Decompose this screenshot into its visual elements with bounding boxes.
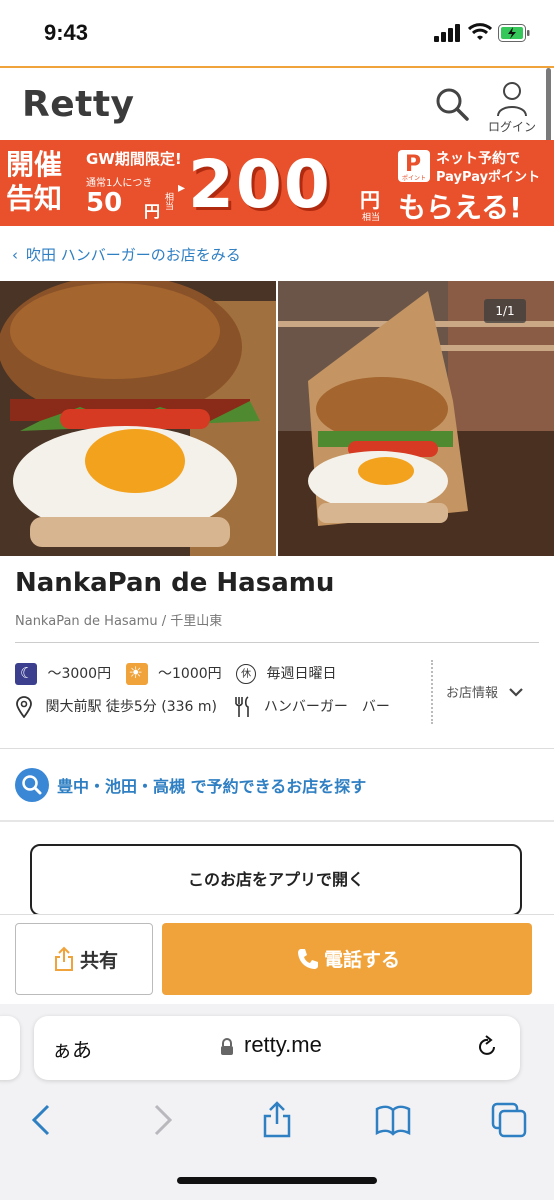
paypay-point-icon: P ポイント: [398, 150, 430, 182]
banner-announce: 開催 告知: [6, 148, 63, 215]
share-icon: [55, 946, 73, 971]
genre: ハンバーガー バー: [263, 699, 390, 715]
login-button[interactable]: ログイン: [484, 80, 540, 136]
banner-get: もらえる!: [398, 191, 522, 224]
back-icon[interactable]: [22, 1100, 62, 1140]
photo-carousel[interactable]: 1/1: [0, 281, 554, 556]
forward-icon[interactable]: [142, 1100, 182, 1140]
lunch-budget: ～1000円: [158, 666, 222, 682]
login-label: ログイン: [487, 120, 536, 134]
burger-photo-1[interactable]: [0, 281, 276, 556]
signal-icon: [434, 24, 462, 42]
call-button[interactable]: 電話する: [162, 923, 532, 995]
action-bar: 共有 電話する: [0, 914, 554, 1005]
closed-day: 毎週日曜日: [266, 666, 337, 682]
restaurant-name: NankaPan de Hasamu: [15, 568, 335, 598]
divider-dotted: [431, 660, 433, 724]
chevron-down-icon: [508, 686, 524, 701]
sun-icon: ☀: [125, 663, 148, 685]
share-label: 共有: [80, 950, 119, 972]
phone-icon: [298, 949, 318, 969]
access-row: 関大前駅 徒歩5分 (336 m) ハンバーガー バー: [15, 696, 390, 722]
home-indicator[interactable]: [177, 1177, 377, 1184]
banner-paypay-point: PayPayポイント: [436, 170, 541, 185]
reload-icon[interactable]: [474, 1034, 500, 1060]
banner-gw: GW期間限定!: [86, 150, 182, 168]
reader-options-button[interactable]: ぁあ: [52, 1034, 92, 1063]
cutlery-icon: [235, 696, 250, 717]
restaurant-subtitle: NankaPan de Hasamu / 千里山東: [15, 614, 223, 629]
search-circle-icon: [15, 768, 49, 802]
divider: [0, 820, 554, 822]
wifi-icon: [468, 23, 492, 40]
previous-tab-peek[interactable]: [0, 1016, 20, 1080]
lock-icon: [221, 1038, 233, 1055]
share-button[interactable]: 共有: [15, 923, 153, 995]
photo-counter: 1/1: [484, 299, 526, 323]
banner-yen2: 円: [360, 188, 380, 212]
tabs-icon[interactable]: [489, 1100, 529, 1140]
promo-banner[interactable]: 開催 告知 GW期間限定! 通常1人につき 50 円 相当 ▸ 200 円 相当…: [0, 140, 554, 226]
share-sheet-icon[interactable]: [257, 1100, 297, 1140]
battery-charging-icon: [498, 24, 530, 42]
user-icon: [497, 82, 527, 117]
search-icon[interactable]: [434, 86, 470, 122]
retty-logo[interactable]: Retty: [22, 84, 135, 125]
location-pin-icon: [16, 696, 32, 719]
banner-equiv: 相当: [163, 192, 173, 210]
breadcrumb-back-link[interactable]: ‹ 吹田 ハンバーガーのお店をみる: [12, 244, 241, 265]
access-info: 関大前駅 徒歩5分 (336 m): [45, 699, 217, 715]
status-bar: 9:43: [0, 0, 554, 66]
banner-yen: 円: [144, 202, 161, 221]
divider: [15, 642, 539, 643]
banner-equiv2: 相当: [362, 213, 381, 223]
browser-toolbar: ぁあ retty.me: [0, 1004, 554, 1200]
banner-arrow-icon: ▸: [178, 180, 186, 196]
chevron-left-icon: ‹: [12, 246, 18, 264]
site-header: Retty ログイン: [0, 66, 554, 142]
divider: [0, 748, 554, 749]
bookmarks-icon[interactable]: [373, 1100, 413, 1140]
moon-icon: ☾: [15, 663, 37, 685]
find-reservable-label: 豊中・池田・高槻 で予約できるお店を探す: [57, 777, 367, 796]
shop-info-toggle[interactable]: お店情報: [446, 682, 524, 701]
banner-per-person: 通常1人につき: [86, 178, 153, 189]
banner-base-points: 50: [86, 188, 123, 218]
dinner-budget: ～3000円: [47, 666, 112, 682]
address-bar[interactable]: ぁあ retty.me: [34, 1016, 520, 1080]
banner-net-reserve: ネット予約で: [436, 151, 520, 167]
clock: 9:43: [44, 20, 89, 45]
banner-big-points: 200: [188, 146, 332, 223]
open-in-app-button[interactable]: このお店をアプリで開く: [30, 844, 522, 916]
url-text[interactable]: retty.me: [244, 1032, 322, 1058]
budget-row: ☾ ～3000円 ☀ ～1000円 休 毎週日曜日: [15, 663, 337, 689]
closed-day-icon: 休: [236, 664, 257, 684]
call-label: 電話する: [324, 949, 401, 971]
